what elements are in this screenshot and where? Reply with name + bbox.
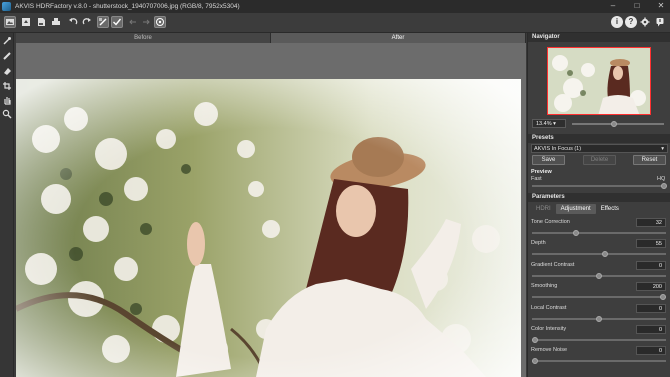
remove-noise-value[interactable]: 0 [636, 346, 666, 355]
gradient-contrast-knob[interactable] [596, 273, 602, 279]
zoom-slider[interactable] [572, 121, 664, 127]
tab-hdri[interactable]: HDRI [531, 204, 556, 214]
parameters-header: Parameters [528, 193, 670, 202]
save-preset-button[interactable]: Save [532, 155, 565, 165]
print-icon[interactable] [50, 16, 62, 28]
preview-title: Preview [531, 169, 552, 175]
color-intensity-slider[interactable] [532, 337, 666, 343]
smoothing-knob[interactable] [660, 294, 666, 300]
apply-result-icon[interactable] [111, 16, 123, 28]
tool-palette [0, 33, 14, 377]
local-contrast-value[interactable]: 0 [636, 304, 666, 313]
eyedropper-icon[interactable] [2, 36, 12, 46]
zoom-dropdown[interactable]: 13.4% ▾ [532, 119, 566, 128]
tone-correction-slider[interactable] [532, 230, 666, 236]
preview-quality-slider[interactable] [532, 183, 667, 189]
depth-slider[interactable] [532, 251, 666, 257]
local-contrast-knob[interactable] [596, 316, 602, 322]
image-canvas[interactable] [16, 43, 526, 377]
gradient-contrast-slider[interactable] [532, 273, 666, 279]
reset-preset-button[interactable]: Reset [633, 155, 666, 165]
settings-gear-icon[interactable] [639, 16, 651, 28]
close-button[interactable]: ✕ [656, 1, 666, 11]
minimize-button[interactable]: – [608, 1, 618, 11]
open-file-icon[interactable] [20, 16, 32, 28]
info-icon[interactable]: i [611, 16, 623, 28]
delete-preset-button[interactable]: Delete [583, 155, 616, 165]
parameter-tabs: HDRI Adjustment Effects [531, 204, 624, 214]
tab-adjustment[interactable]: Adjustment [555, 204, 596, 214]
tone-correction-label: Tone Correction [531, 219, 570, 225]
tab-after[interactable]: After [271, 33, 526, 43]
redo-icon[interactable] [81, 16, 93, 28]
preview-fast-label: Fast [531, 176, 542, 182]
before-after-tabs: Before After [16, 33, 526, 43]
back-arrow-icon[interactable] [127, 16, 139, 28]
preset-selected: AKVIS In Focus (1) [534, 146, 582, 152]
local-contrast-label: Local Contrast [531, 305, 567, 311]
brush-icon[interactable] [2, 51, 12, 61]
app-logo-icon [2, 2, 11, 11]
local-contrast-slider[interactable] [532, 316, 666, 322]
photo-preview [16, 79, 521, 377]
zoom-icon[interactable] [2, 109, 12, 119]
eraser-icon[interactable] [2, 66, 12, 76]
remove-noise-knob[interactable] [532, 358, 538, 364]
tab-effects[interactable]: Effects [596, 204, 624, 214]
color-intensity-knob[interactable] [532, 337, 538, 343]
depth-label: Depth [531, 240, 546, 246]
hand-icon[interactable] [2, 95, 12, 105]
forward-arrow-icon[interactable] [140, 16, 152, 28]
tone-correction-value[interactable]: 32 [636, 218, 666, 227]
share-icon[interactable] [154, 16, 166, 28]
presets-header: Presets [528, 134, 670, 143]
notifications-icon[interactable] [654, 16, 666, 28]
remove-noise-slider[interactable] [532, 358, 666, 364]
save-file-icon[interactable] [35, 16, 47, 28]
batch-processing-icon[interactable] [4, 16, 16, 28]
window-title: AKVIS HDRFactory v.8.0 - shutterstock_19… [15, 3, 240, 10]
zoom-slider-knob[interactable] [611, 121, 617, 127]
color-intensity-value[interactable]: 0 [636, 325, 666, 334]
navigator-thumbnail[interactable] [547, 47, 651, 115]
gradient-contrast-value[interactable]: 0 [636, 261, 666, 270]
navigator-header: Navigator [528, 33, 670, 42]
depth-knob[interactable] [602, 251, 608, 257]
color-intensity-label: Color Intensity [531, 326, 567, 332]
maximize-button[interactable]: □ [632, 1, 642, 11]
crop-icon[interactable] [2, 81, 12, 91]
title-bar: AKVIS HDRFactory v.8.0 - shutterstock_19… [0, 0, 670, 13]
undo-icon[interactable] [67, 16, 79, 28]
main-toolbar: i ? [0, 13, 670, 33]
tone-correction-knob[interactable] [573, 230, 579, 236]
remove-noise-label: Remove Noise [531, 347, 568, 353]
preview-hq-label: HQ [657, 176, 666, 182]
gradient-contrast-label: Gradient Contrast [531, 262, 575, 268]
smoothing-label: Smoothing [531, 283, 558, 289]
preview-quality-knob[interactable] [661, 183, 667, 189]
tab-before[interactable]: Before [16, 33, 271, 43]
help-icon[interactable]: ? [625, 16, 637, 28]
preset-dropdown[interactable]: AKVIS In Focus (1) ▾ [531, 144, 668, 153]
settings-panel: Navigator 13.4% ▾ Presets AKVIS In Focus… [527, 33, 670, 377]
depth-value[interactable]: 55 [636, 239, 666, 248]
run-processing-icon[interactable] [97, 16, 109, 28]
smoothing-value[interactable]: 200 [636, 282, 666, 291]
smoothing-slider[interactable] [532, 294, 666, 300]
chevron-down-icon: ▾ [661, 146, 664, 152]
